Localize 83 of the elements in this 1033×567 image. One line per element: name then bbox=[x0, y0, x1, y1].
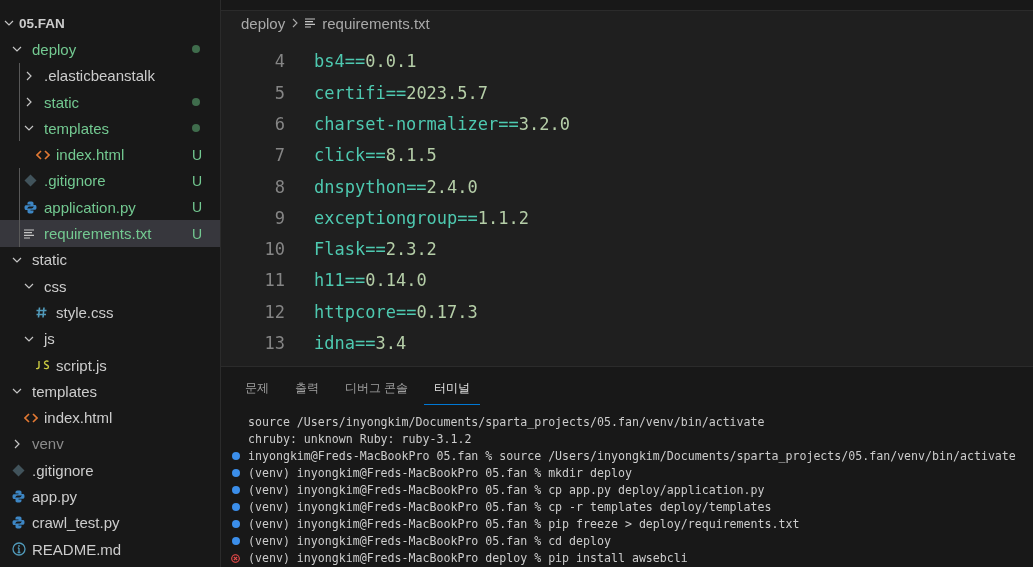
terminal-line: (venv) inyongkim@Freds-MacBookPro 05.fan % cd deploy bbox=[248, 534, 611, 549]
code-line: Flask==2.3.2 bbox=[314, 239, 437, 260]
file-name: index.html bbox=[44, 409, 113, 427]
file-row[interactable]: requirements.txt U bbox=[0, 220, 220, 247]
breadcrumb-item[interactable]: requirements.txt bbox=[322, 14, 430, 32]
folder-row[interactable]: deploy bbox=[0, 36, 220, 63]
line-number: 5 bbox=[273, 82, 285, 103]
terminal-line: (venv) inyongkim@Freds-MacBookPro 05.fan % cp -r templates deploy/templates bbox=[248, 500, 772, 515]
file-name: .gitignore bbox=[32, 461, 94, 479]
folder-name: templates bbox=[32, 382, 98, 400]
line-number: 8 bbox=[273, 176, 285, 197]
folder-row[interactable]: css bbox=[0, 272, 220, 300]
code-line: httpcore==0.17.3 bbox=[314, 301, 478, 322]
file-name: app.py bbox=[32, 488, 78, 505]
code-line: certifi==2023.5.7 bbox=[314, 82, 489, 103]
file-row[interactable]: script.js bbox=[0, 351, 220, 379]
file-row[interactable]: README.md bbox=[0, 535, 220, 563]
git-status-letter: U bbox=[191, 199, 202, 216]
terminal-line: (venv) inyongkim@Freds-MacBookPro 05.fan % mkdir deploy bbox=[248, 466, 632, 481]
line-number: 4 bbox=[273, 51, 285, 72]
folder-row[interactable]: venv bbox=[0, 430, 220, 458]
lines-icon bbox=[305, 18, 317, 29]
line-number: 10 bbox=[263, 239, 285, 260]
code-line: click==8.1.5 bbox=[314, 145, 437, 166]
file-row[interactable]: index.html bbox=[0, 404, 220, 431]
line-number: 7 bbox=[273, 145, 285, 166]
code-line: charset-normalizer==3.2.0 bbox=[314, 113, 570, 134]
file-row[interactable]: crawl_test.py bbox=[0, 509, 220, 536]
folder-row[interactable]: templates bbox=[0, 115, 220, 142]
folder-row[interactable]: js bbox=[0, 325, 220, 352]
breadcrumb-item[interactable]: deploy bbox=[241, 14, 286, 32]
folder-row[interactable]: static bbox=[0, 88, 220, 116]
terminal-line: (venv) inyongkim@Freds-MacBookPro 05.fan % cp app.py deploy/application.py bbox=[248, 483, 765, 498]
code-line: dnspython==2.4.0 bbox=[314, 176, 478, 197]
folder-name: js bbox=[44, 330, 55, 348]
file-name: README.md bbox=[32, 540, 122, 558]
chevron-right-icon bbox=[291, 18, 300, 29]
file-row[interactable]: application.py U bbox=[0, 194, 220, 221]
code-line: idna==3.4 bbox=[314, 333, 407, 354]
file-row[interactable]: style.css bbox=[0, 299, 220, 326]
file-row[interactable]: index.html U bbox=[0, 141, 220, 168]
folder-name: css bbox=[44, 277, 67, 295]
file-row[interactable]: app.py bbox=[0, 483, 220, 510]
panel-tab[interactable]: 문제 bbox=[235, 374, 279, 405]
file-name: script.js bbox=[56, 356, 107, 374]
code-line: exceptiongroup==1.1.2 bbox=[314, 207, 529, 228]
folder-row[interactable]: static bbox=[0, 246, 220, 273]
file-row[interactable]: .gitignore bbox=[0, 457, 220, 484]
file-name: .gitignore bbox=[44, 172, 106, 190]
folder-row[interactable]: templates bbox=[0, 378, 220, 405]
file-name: requirements.txt bbox=[44, 225, 152, 242]
panel-tab[interactable]: 터미널 bbox=[424, 374, 481, 405]
folder-name: venv bbox=[32, 435, 64, 453]
panel-tab[interactable]: 디버그 콘솔 bbox=[335, 374, 419, 405]
folder-name: static bbox=[32, 251, 67, 269]
line-number: 13 bbox=[263, 333, 285, 354]
terminal-line: (venv) inyongkim@Freds-MacBookPro deploy % pip install awsebcli bbox=[248, 551, 688, 566]
file-row[interactable]: .gitignore U bbox=[0, 167, 220, 195]
folder-name: 05.FAN bbox=[19, 15, 65, 31]
folder-name: templates bbox=[44, 119, 110, 137]
git-status-letter: U bbox=[191, 225, 202, 242]
folder-name: deploy bbox=[32, 40, 77, 58]
file-name: index.html bbox=[56, 146, 125, 164]
panel-tab[interactable]: 출력 bbox=[285, 374, 329, 405]
folder-name: static bbox=[44, 93, 79, 111]
terminal-line: inyongkim@Freds-MacBookPro 05.fan % source /Users/inyongkim/Documents/sparta_projects/05.fan/venv/bin/activate bbox=[248, 449, 1016, 464]
file-name: style.css bbox=[56, 303, 114, 321]
file-name: crawl_test.py bbox=[32, 514, 120, 532]
line-number: 11 bbox=[263, 270, 285, 291]
explorer-root-row[interactable]: 05.FAN bbox=[0, 10, 220, 37]
terminal-line: chruby: unknown Ruby: ruby-3.1.2 bbox=[248, 432, 472, 447]
git-status-letter: U bbox=[191, 172, 202, 189]
terminal-line: source /Users/inyongkim/Documents/sparta_projects/05.fan/venv/bin/activate bbox=[248, 415, 765, 430]
code-line: h11==0.14.0 bbox=[314, 270, 427, 291]
git-status-letter: U bbox=[191, 146, 202, 163]
folder-name: .elasticbeanstalk bbox=[44, 67, 155, 85]
line-number: 12 bbox=[263, 301, 285, 322]
line-number: 9 bbox=[273, 207, 285, 228]
file-name: application.py bbox=[44, 198, 136, 216]
terminal-line: (venv) inyongkim@Freds-MacBookPro 05.fan % pip freeze > deploy/requirements.txt bbox=[248, 517, 800, 532]
folder-row[interactable]: .elasticbeanstalk bbox=[0, 62, 220, 89]
code-line: bs4==0.0.1 bbox=[314, 51, 417, 72]
line-number: 6 bbox=[273, 113, 285, 134]
